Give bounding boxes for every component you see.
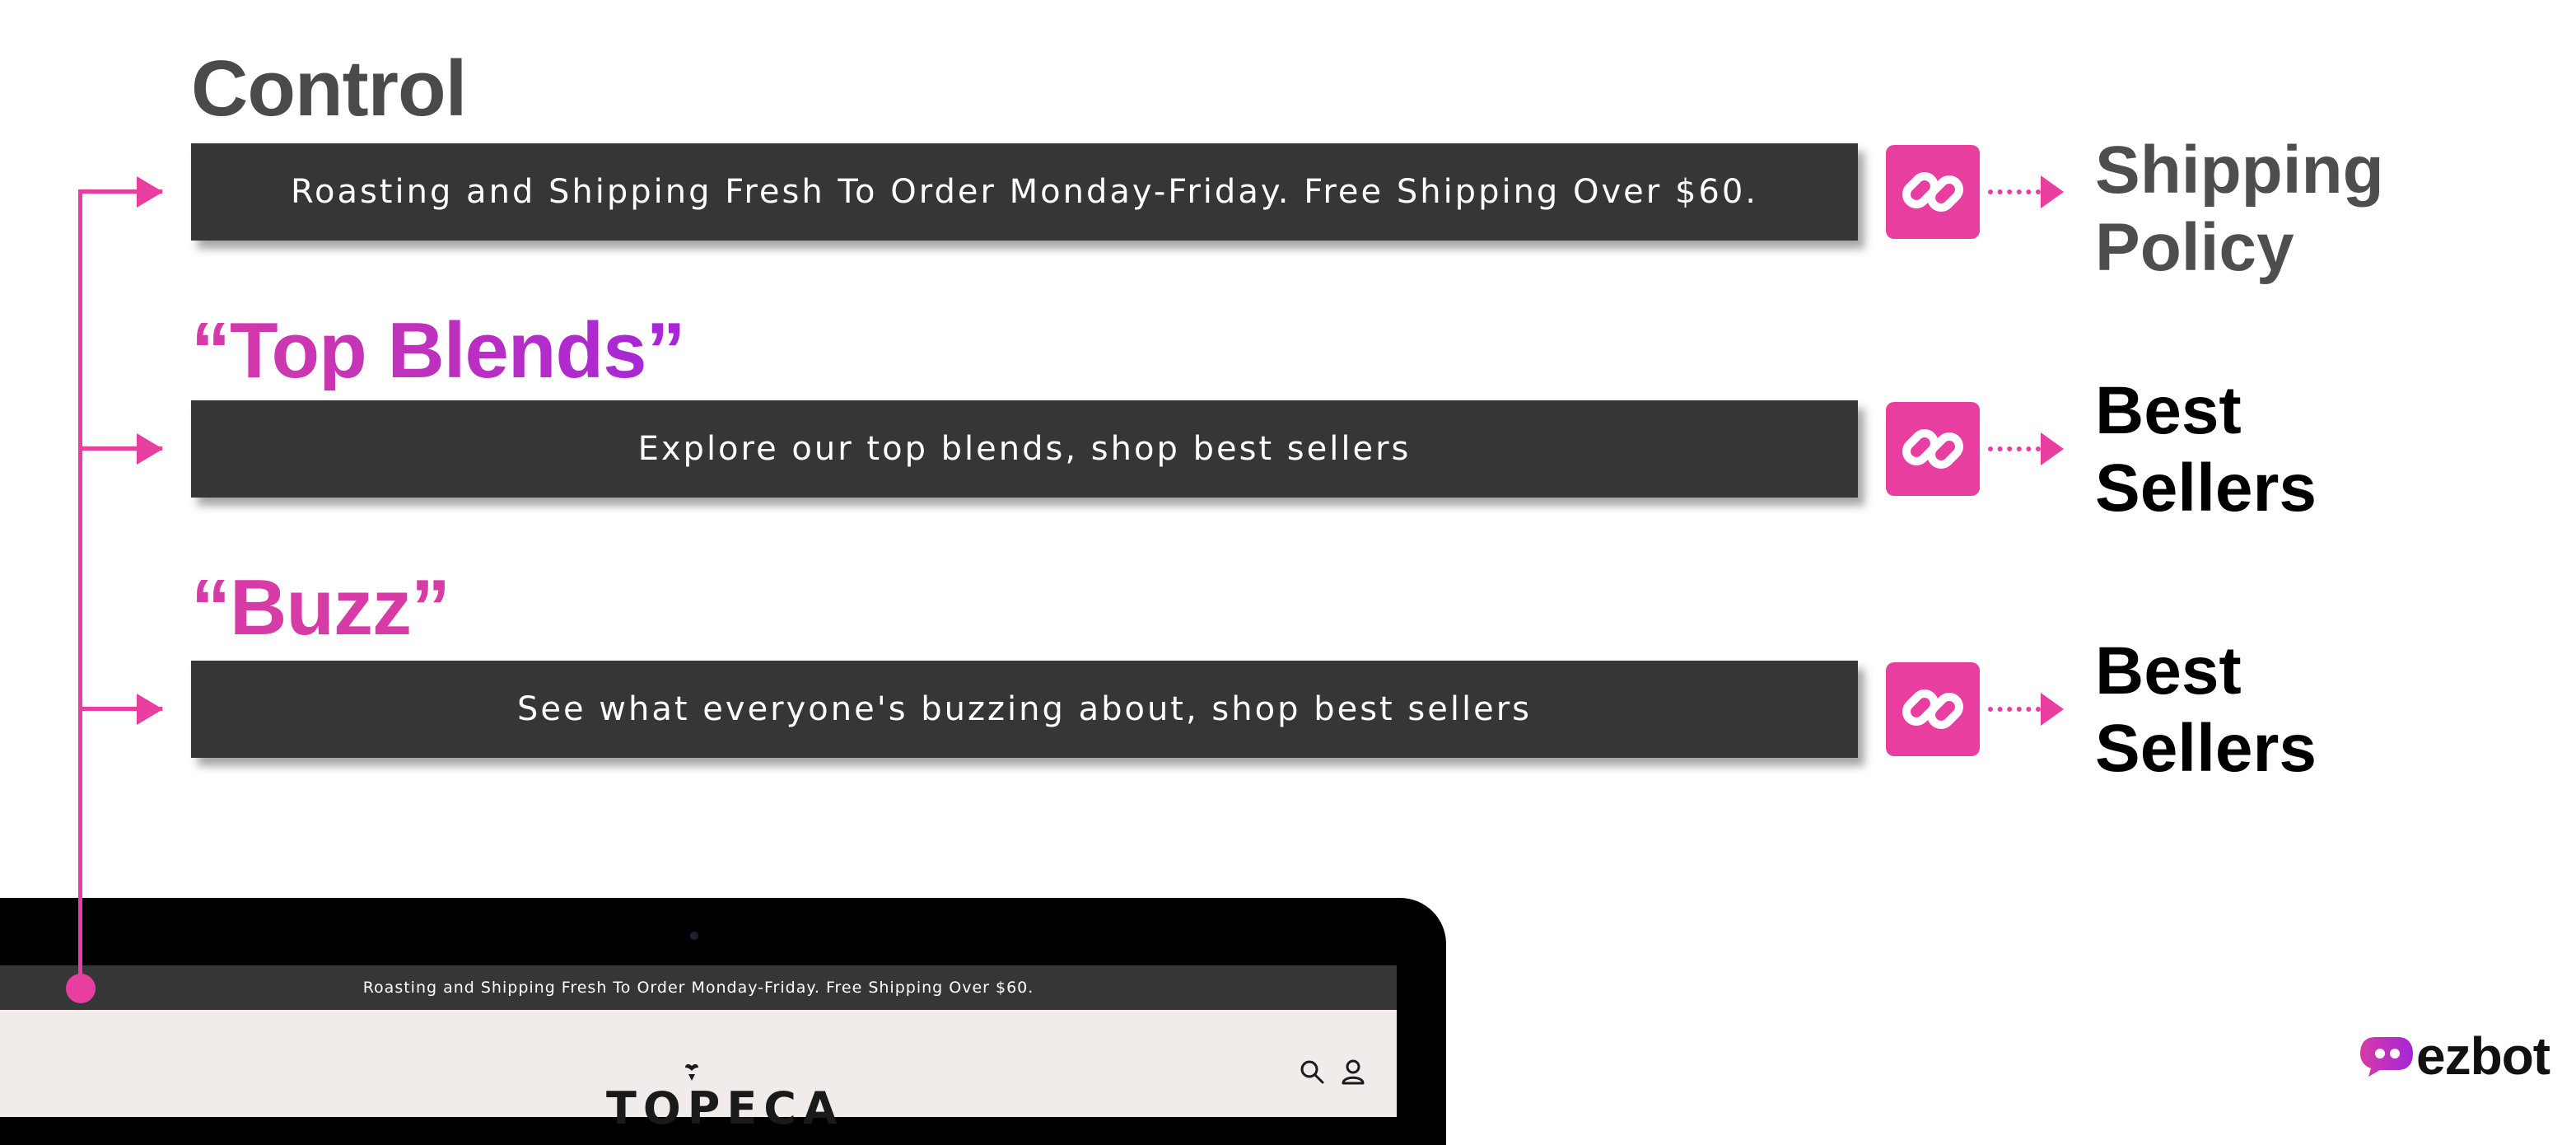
control-arrowhead-icon [2041,175,2064,208]
top-blends-destination: Best Sellers [2095,372,2317,527]
top-blends-banner-text: Explore our top blends, shop best seller… [637,430,1412,468]
buzz-dotted-connector [1988,707,2041,712]
laptop-announcement-bar[interactable]: Roasting and Shipping Fresh To Order Mon… [0,965,1397,1010]
link-icon [1902,172,1963,212]
buzz-heading: “Buzz” [191,563,450,652]
control-heading: Control [191,44,467,133]
control-destination-line1: Shipping [2095,133,2384,208]
ezbot-logo-text: ezbot [2416,1026,2550,1086]
ezbot-logo-icon [2360,1037,2413,1077]
link-icon [1902,689,1963,729]
leaf-icon [685,1061,698,1081]
control-banner-text: Roasting and Shipping Fresh To Order Mon… [290,173,1759,211]
buzz-destination-line2: Sellers [2095,711,2317,786]
top-blends-branch-arrow-icon [137,433,163,465]
buzz-destination-line1: Best [2095,633,2242,708]
control-destination-line2: Policy [2095,210,2294,285]
control-dotted-connector [1988,189,2041,194]
control-branch-arrow-icon [137,176,163,208]
buzz-link-icon [1886,662,1980,756]
search-icon[interactable] [1298,1058,1326,1086]
top-blends-dotted-connector [1988,446,2041,451]
laptop-camera [690,932,698,940]
buzz-branch-arrow-icon [137,694,163,725]
user-icon[interactable] [1339,1058,1367,1086]
link-icon [1902,429,1963,469]
control-banner[interactable]: Roasting and Shipping Fresh To Order Mon… [191,143,1858,241]
top-blends-heading: “Top Blends” [191,306,686,395]
flow-connector-line [78,191,82,988]
buzz-banner-text: See what everyone's buzzing about, shop … [516,690,1532,728]
top-blends-destination-line1: Best [2095,373,2242,448]
buzz-destination: Best Sellers [2095,633,2317,787]
control-link-icon [1886,145,1980,239]
buzz-arrowhead-icon [2041,693,2064,726]
top-blends-destination-line2: Sellers [2095,451,2317,526]
flow-origin-dot [66,974,96,1003]
top-blends-arrowhead-icon [2041,432,2064,465]
buzz-banner[interactable]: See what everyone's buzzing about, shop … [191,661,1858,758]
ezbot-logo: ezbot [2359,1026,2556,1086]
top-blends-banner[interactable]: Explore our top blends, shop best seller… [191,400,1858,498]
control-destination: Shipping Policy [2095,132,2384,287]
laptop-announcement-text: Roasting and Shipping Fresh To Order Mon… [362,979,1034,997]
top-blends-link-icon [1886,402,1980,496]
